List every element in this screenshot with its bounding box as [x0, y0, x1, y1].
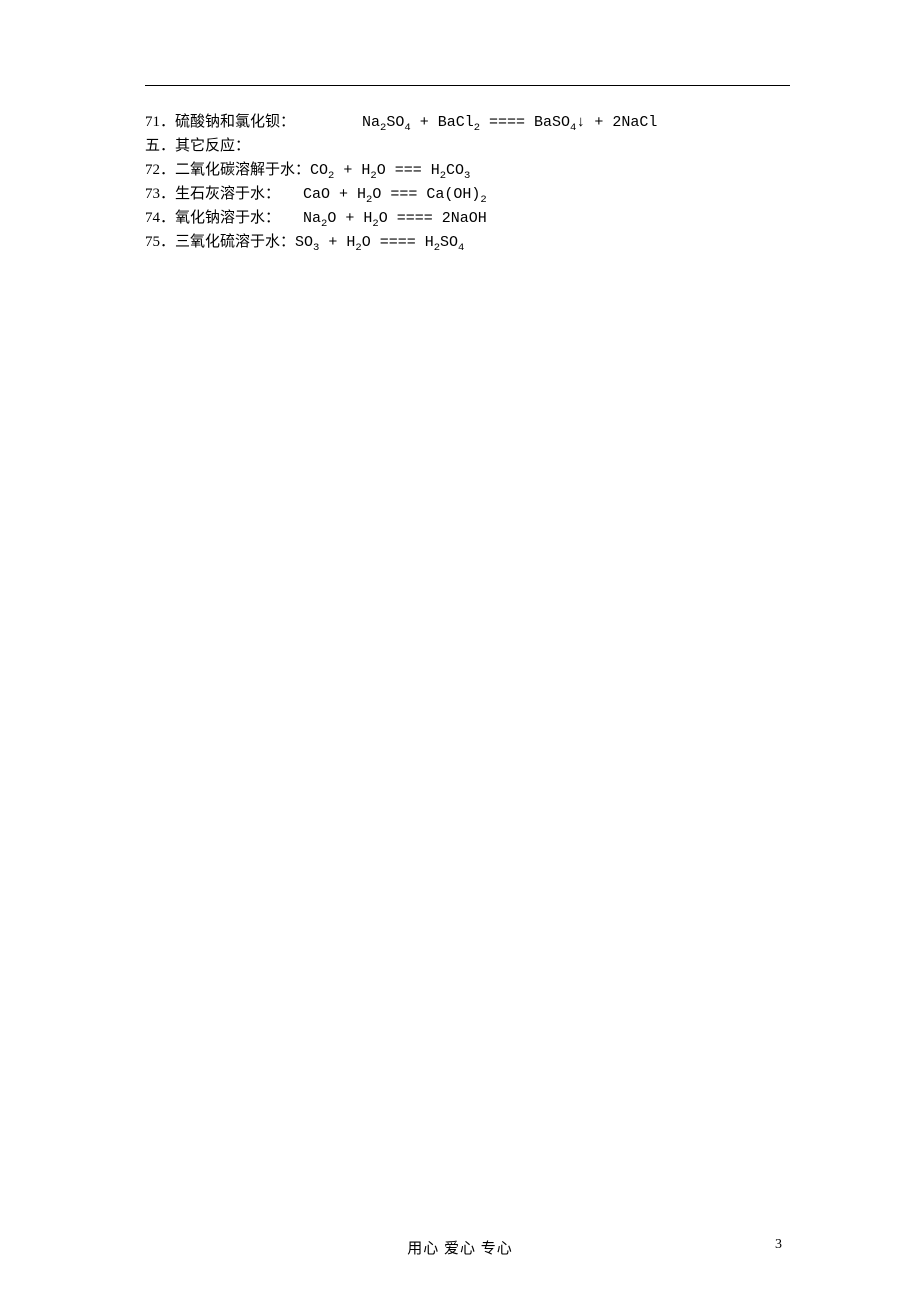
line-label: 硫酸钠和氯化钡： [175, 110, 295, 134]
footer-motto: 用心 爱心 专心 [0, 1237, 920, 1258]
line-label: 五．其它反应： [145, 134, 250, 158]
chemical-formula: Na2SO4 + BaCl2 ==== BaSO4↓ + 2NaCl [362, 114, 657, 131]
chemical-formula: Na2O + H2O ==== 2NaOH [303, 210, 487, 227]
text-line: 75． 三氧化硫溶于水：SO3 + H2O ==== H2SO4 [145, 230, 790, 254]
line-label: 二氧化碳溶解于水： [175, 158, 310, 182]
chemical-formula: CaO + H2O === Ca(OH)2 [303, 186, 487, 203]
header-rule [145, 85, 790, 86]
line-number: 73． [145, 186, 175, 202]
chemical-formula: CO2 + H2O === H2CO3 [310, 162, 470, 179]
text-line: 74．氧化钠溶于水： Na2O + H2O ==== 2NaOH [145, 206, 790, 230]
content-lines: 71．硫酸钠和氯化钡： Na2SO4 + BaCl2 ==== BaSO4↓ + … [145, 110, 790, 254]
text-line: 73．生石灰溶于水： CaO + H2O === Ca(OH)2 [145, 182, 790, 206]
page-body: 71．硫酸钠和氯化钡： Na2SO4 + BaCl2 ==== BaSO4↓ + … [0, 0, 920, 254]
text-line: 五．其它反应： [145, 134, 790, 158]
line-number: 72． [145, 162, 175, 178]
page-number: 3 [775, 1237, 782, 1253]
line-number: 74． [145, 210, 175, 226]
text-line: 72．二氧化碳溶解于水：CO2 + H2O === H2CO3 [145, 158, 790, 182]
text-line: 71．硫酸钠和氯化钡： Na2SO4 + BaCl2 ==== BaSO4↓ + … [145, 110, 790, 134]
chemical-formula: SO3 + H2O ==== H2SO4 [295, 234, 464, 251]
line-label: 氧化钠溶于水： [175, 206, 280, 230]
line-label: 三氧化硫溶于水： [175, 230, 295, 254]
line-number: 75． [145, 234, 175, 250]
line-number: 71． [145, 114, 175, 130]
line-label: 生石灰溶于水： [175, 182, 280, 206]
